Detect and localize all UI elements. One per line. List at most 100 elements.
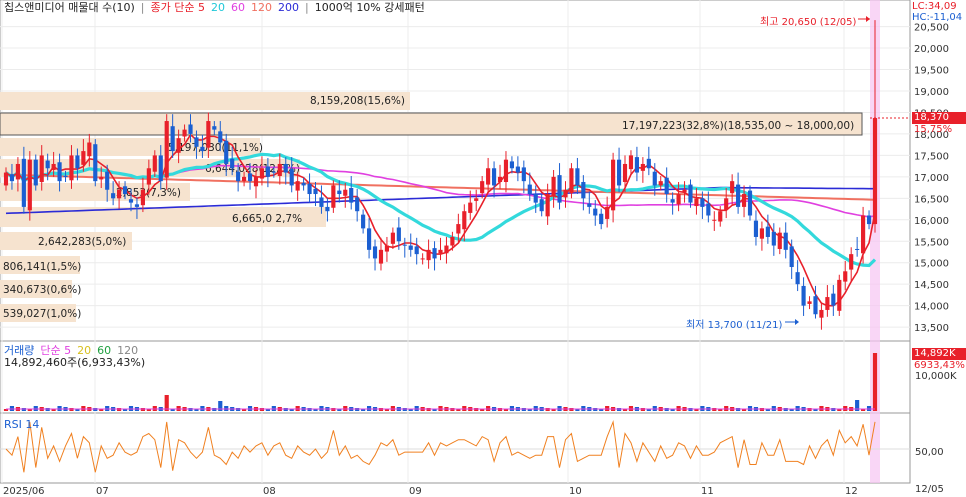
volume-tag: 14,892K (912, 348, 966, 360)
candle-body (831, 293, 836, 306)
ma200-label: 200 (277, 1, 299, 14)
candle-body (462, 211, 467, 230)
candle-body (634, 157, 640, 173)
volume-profile-label: 340,673(0,6%) (3, 284, 81, 296)
candle-body (658, 181, 663, 186)
volume-value: 14,892,460주(6,933,43%) (4, 356, 145, 370)
candle-body (259, 168, 265, 179)
candle-body (224, 140, 229, 164)
candle-body (521, 167, 526, 182)
candle-body (218, 131, 223, 143)
candle-body (753, 220, 759, 237)
candle-body (283, 163, 288, 173)
candle-body (486, 168, 491, 185)
candle-body (491, 168, 497, 186)
candle-body (646, 158, 651, 169)
x-tick-label: 09 (409, 486, 422, 497)
candle-body (355, 197, 360, 212)
candle-body (277, 163, 282, 176)
candle-body (75, 155, 80, 169)
y-tick-label: 16,000 (914, 216, 949, 227)
candle-body (372, 246, 378, 259)
candle-body (795, 272, 800, 285)
candle-body (503, 159, 509, 183)
candle-body (533, 194, 538, 203)
candle-body (670, 199, 675, 203)
candle-body (676, 194, 681, 205)
x-tick-label: 12 (845, 486, 858, 497)
candle-body (57, 162, 62, 182)
candle-body (712, 219, 717, 221)
candle-body (27, 159, 32, 211)
candle-body (450, 236, 455, 246)
candle-body (253, 176, 259, 187)
candle-body (236, 171, 241, 182)
rsi-legend: RSI 14 (4, 418, 39, 432)
candle-body (706, 203, 711, 216)
stock-chart[interactable]: 20,50020,00019,50019,00018,50018,00017,5… (0, 0, 966, 497)
volume-profile-label: 806,141(1,5%) (3, 261, 81, 273)
candle-body (420, 258, 425, 260)
lc-readout: LC:34,09 (912, 1, 966, 12)
candle-body (289, 169, 294, 186)
candle-body (182, 129, 187, 137)
candle-body (694, 198, 699, 207)
candle-body (426, 249, 431, 261)
volume-pct-tag: 6933,43% (914, 360, 965, 371)
candle-body (771, 231, 776, 246)
y-tick-label: 17,000 (914, 173, 949, 184)
candle-body (212, 126, 217, 130)
candle-body (158, 155, 163, 182)
candle-body (557, 175, 562, 203)
candle-body (117, 189, 122, 199)
candle-body (99, 176, 104, 180)
candle-body (241, 176, 247, 182)
volume-profile-label: 6,665,0 2,7% (232, 213, 302, 225)
candle-body (313, 188, 318, 195)
y-tick-label: 15,000 (914, 259, 949, 270)
candle-body (861, 215, 866, 254)
candle-body (640, 163, 645, 171)
candle-body (39, 155, 44, 183)
candle-body (545, 194, 550, 217)
candle-body (93, 144, 98, 182)
candle-body (271, 171, 276, 173)
candle-body (402, 244, 407, 246)
candle-body (813, 296, 818, 315)
candle-body (51, 163, 56, 170)
candle-body (497, 176, 503, 183)
volume-profile-label: 5,197,030(11,1%) (168, 142, 263, 154)
hc-readout: HC:-11,04 (912, 12, 966, 23)
candle-body (105, 171, 110, 190)
candle-body (599, 213, 604, 225)
candle-body (527, 184, 532, 195)
candle-body (765, 226, 770, 237)
candle-body (349, 188, 354, 203)
ma5-label: 종가 단순 5 (150, 1, 205, 14)
rsi-legend-title: RSI 14 (4, 418, 40, 431)
candle-body (569, 168, 574, 194)
candle-body (432, 248, 437, 259)
x-tick-label: 10 (569, 486, 582, 497)
candle-body (801, 285, 806, 306)
candle-body (468, 202, 473, 213)
candle-body (390, 232, 395, 244)
candle-body (551, 176, 556, 196)
candle-body (69, 155, 74, 181)
x-tick-label: 07 (96, 486, 109, 497)
candle-body (170, 126, 175, 152)
candle-body (789, 246, 794, 268)
volume-tick: 10,000K (915, 371, 957, 382)
candle-body (408, 245, 413, 250)
candle-body (563, 189, 568, 198)
volume-value-text: 14,892,460주(6,933,43%) (4, 356, 146, 369)
candle-body (515, 166, 520, 173)
volume-profile-label: 1000억 10% 강세패턴 (314, 1, 425, 14)
volume-profile-label: 539,027(1,0%) (3, 308, 81, 320)
candle-body (45, 160, 50, 169)
y-tick-label: 14,500 (914, 280, 949, 291)
candle-body (295, 181, 300, 191)
candle-body (575, 168, 580, 186)
candle-body (63, 175, 68, 177)
candle-body (724, 198, 729, 210)
